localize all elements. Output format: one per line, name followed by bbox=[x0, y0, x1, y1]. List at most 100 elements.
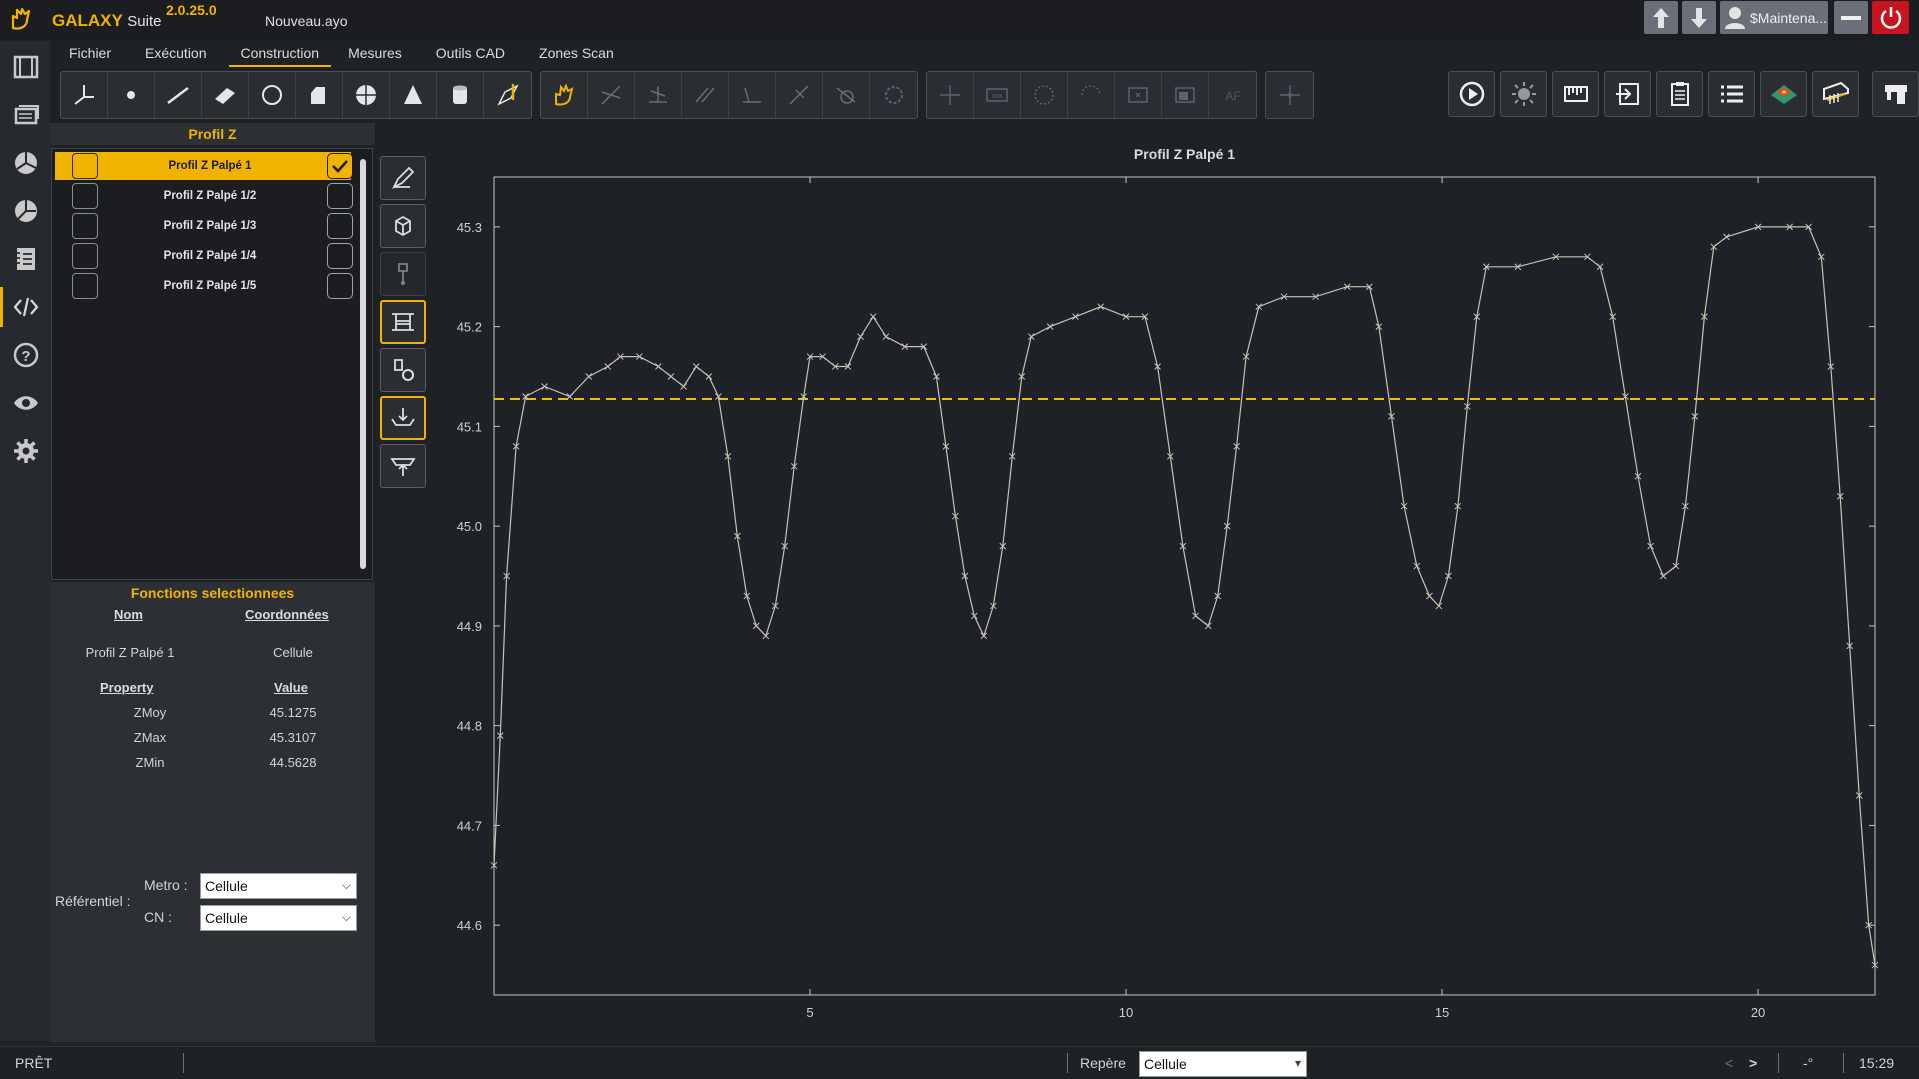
visibility-checkbox[interactable] bbox=[72, 153, 98, 179]
machine-button[interactable] bbox=[1872, 71, 1919, 117]
slot-tool-button[interactable] bbox=[296, 72, 343, 118]
visibility-checkbox[interactable] bbox=[72, 183, 98, 209]
vertical-toolbar bbox=[380, 156, 426, 492]
sidebar-code[interactable] bbox=[0, 287, 40, 327]
sidebar-stats[interactable] bbox=[12, 197, 40, 225]
image-button[interactable] bbox=[1162, 72, 1209, 118]
menu-fichier[interactable]: Fichier bbox=[52, 41, 128, 67]
property-value: 45.3107 bbox=[269, 730, 317, 745]
profile-list-item[interactable]: Profil Z Palpé 1/4 bbox=[55, 242, 353, 270]
import-button[interactable] bbox=[1604, 71, 1651, 117]
visibility-checkbox[interactable] bbox=[72, 213, 98, 239]
sphere-tool-button[interactable] bbox=[343, 72, 390, 118]
plane-tool-button[interactable] bbox=[202, 72, 249, 118]
profile-item-label: Profil Z Palpé 1 bbox=[168, 160, 252, 172]
download-button[interactable] bbox=[1682, 1, 1716, 34]
sidebar-program[interactable] bbox=[12, 245, 40, 273]
scanner-button[interactable] bbox=[1812, 71, 1859, 117]
data-point-marker bbox=[604, 363, 612, 370]
sidebar-help[interactable]: ? bbox=[12, 341, 40, 369]
profile-down-button[interactable] bbox=[380, 396, 426, 440]
profile-list-item[interactable]: Profil Z Palpé 1/3 bbox=[55, 212, 353, 240]
minimize-button[interactable] bbox=[1834, 1, 1868, 34]
visibility-checkbox[interactable] bbox=[72, 273, 98, 299]
cn-select-value: Cellule bbox=[205, 910, 248, 926]
parallel-button[interactable] bbox=[682, 72, 729, 118]
projection-button[interactable] bbox=[635, 72, 682, 118]
upload-button[interactable] bbox=[1644, 1, 1678, 34]
select-checkbox[interactable] bbox=[327, 153, 353, 179]
surface-map-button[interactable] bbox=[1760, 71, 1807, 117]
list-scrollbar[interactable] bbox=[360, 159, 366, 569]
section-tool-button[interactable] bbox=[380, 300, 426, 344]
gear-construct-button[interactable] bbox=[870, 72, 917, 118]
af-icon: AF bbox=[1225, 89, 1240, 103]
data-point-marker bbox=[541, 383, 548, 390]
circle-points-button[interactable] bbox=[1021, 72, 1068, 118]
select-checkbox[interactable] bbox=[327, 243, 353, 269]
select-checkbox[interactable] bbox=[327, 183, 353, 209]
cn-select[interactable]: Cellule ⌵ bbox=[200, 905, 357, 931]
sidebar-layers[interactable] bbox=[12, 101, 40, 129]
profile-tool-button[interactable] bbox=[484, 72, 531, 118]
origin-button[interactable] bbox=[1266, 72, 1313, 118]
repere-label: Repère bbox=[1080, 1055, 1126, 1071]
menu-execution[interactable]: Exécution bbox=[128, 41, 223, 67]
select-checkbox[interactable] bbox=[327, 213, 353, 239]
power-button[interactable] bbox=[1872, 1, 1909, 34]
sidebar-chart[interactable] bbox=[12, 149, 40, 177]
cylinder-tool-button[interactable] bbox=[437, 72, 484, 118]
probe-tool-button[interactable] bbox=[380, 252, 426, 296]
circle-tool-button[interactable] bbox=[249, 72, 296, 118]
metro-select[interactable]: Cellule ⌵ bbox=[200, 873, 357, 899]
construction-toolbar: xxx AF bbox=[60, 71, 1322, 119]
center-point-button[interactable] bbox=[927, 72, 974, 118]
probe-settings-button[interactable] bbox=[380, 348, 426, 392]
arc-points-button[interactable] bbox=[1068, 72, 1115, 118]
report-button[interactable] bbox=[1656, 71, 1703, 117]
symmetric-button[interactable] bbox=[776, 72, 823, 118]
primitive-tools bbox=[60, 71, 532, 119]
repere-select[interactable]: Cellule ▾ bbox=[1139, 1051, 1307, 1077]
profile-list-item[interactable]: Profil Z Palpé 1/5 bbox=[55, 272, 353, 300]
best-fit-button[interactable] bbox=[541, 72, 588, 118]
point-tool-button[interactable] bbox=[108, 72, 155, 118]
menu-construction[interactable]: Construction bbox=[228, 41, 332, 67]
line-tool-button[interactable] bbox=[155, 72, 202, 118]
box-points-button[interactable] bbox=[1115, 72, 1162, 118]
box-icon bbox=[1128, 87, 1148, 103]
user-button[interactable]: $Maintena... bbox=[1720, 1, 1828, 34]
profile-list-item[interactable]: Profil Z Palpé 1/2 bbox=[55, 182, 353, 210]
eye-icon bbox=[14, 396, 38, 410]
cube-tool-button[interactable] bbox=[380, 204, 426, 248]
minimize-icon bbox=[1841, 15, 1861, 20]
angle-button[interactable] bbox=[729, 72, 776, 118]
profile-list-item[interactable]: Profil Z Palpé 1 bbox=[55, 152, 353, 180]
nav-next-button[interactable]: > bbox=[1749, 1055, 1757, 1071]
select-checkbox[interactable] bbox=[327, 273, 353, 299]
profile-up-button[interactable] bbox=[380, 444, 426, 488]
autofocus-button[interactable]: AF bbox=[1209, 72, 1256, 118]
draw-tool-button[interactable] bbox=[380, 156, 426, 200]
chevron-down-icon: ▾ bbox=[1294, 1056, 1301, 1070]
menu-zones-scan[interactable]: Zones Scan bbox=[522, 41, 631, 67]
play-button[interactable] bbox=[1448, 71, 1495, 117]
tangent-button[interactable] bbox=[823, 72, 870, 118]
lighting-button[interactable] bbox=[1500, 71, 1547, 117]
visibility-checkbox[interactable] bbox=[72, 243, 98, 269]
menu-mesures[interactable]: Mesures bbox=[331, 41, 419, 67]
cone-tool-button[interactable] bbox=[390, 72, 437, 118]
intersection-button[interactable] bbox=[588, 72, 635, 118]
property-value: 44.5628 bbox=[269, 755, 317, 770]
nav-prev-button[interactable]: < bbox=[1725, 1055, 1733, 1071]
sidebar-settings[interactable] bbox=[12, 437, 40, 465]
ruler-button[interactable] bbox=[1552, 71, 1599, 117]
sidebar-view[interactable] bbox=[12, 389, 40, 417]
axis-tool-button[interactable] bbox=[61, 72, 108, 118]
profile-chart-svg: Profil Z Palpé 1 44.6 44.7 44.8 44.9 45.0 45.1… bbox=[457, 146, 1879, 1020]
sidebar-film[interactable] bbox=[12, 53, 40, 81]
menu-outils-cad[interactable]: Outils CAD bbox=[419, 41, 522, 67]
cylinder-icon bbox=[453, 85, 467, 104]
list-button[interactable] bbox=[1708, 71, 1755, 117]
multi-point-button[interactable]: xxx bbox=[974, 72, 1021, 118]
